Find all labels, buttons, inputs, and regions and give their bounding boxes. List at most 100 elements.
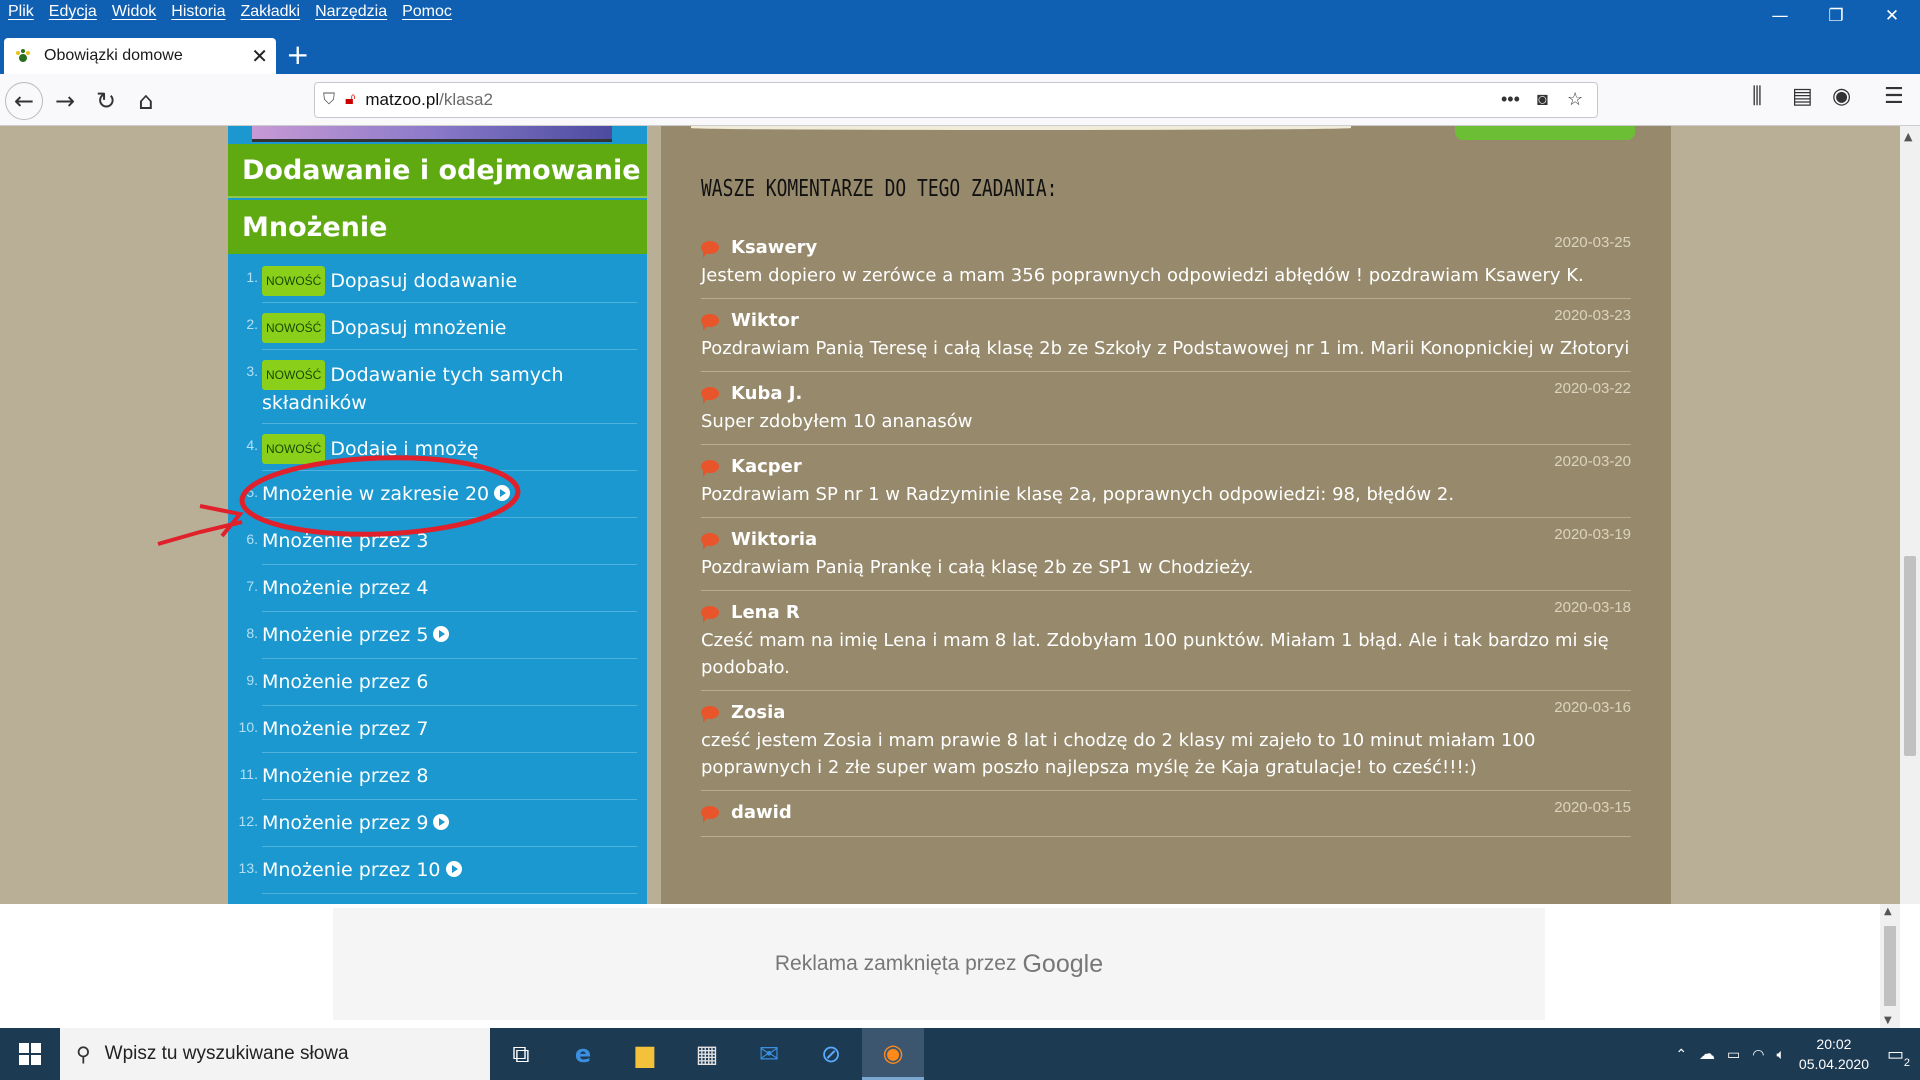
minimize-button[interactable]: — [1752,0,1808,32]
menu-view[interactable]: Widok [112,3,156,21]
comments-panel: WASZE KOMENTARZE DO TEGO ZADANIA: Ksawer… [661,126,1671,904]
start-button[interactable] [0,1028,60,1080]
scrollbar-thumb[interactable] [1904,556,1916,756]
taskbar-search[interactable]: ⚲ Wpisz tu wyszukiwane słowa [60,1028,490,1080]
item-label: Mnożenie przez 7 [262,718,429,740]
battery-icon[interactable]: ▭ [1727,1046,1740,1063]
list-item[interactable]: 7. Mnożenie przez 4 [246,565,637,612]
comment: Kuba J. 2020-03-22 Super zdobyłem 10 anana… [701,372,1631,445]
menu-help[interactable]: Pomoc [402,3,452,21]
chevron-up-icon[interactable]: ⌃ [1675,1046,1687,1063]
banner-image [252,126,612,142]
scroll-up-icon[interactable]: ▲ [1884,906,1892,917]
tab-active[interactable]: Obowiązki domowe ✕ [4,38,276,74]
scroll-down-icon[interactable]: ▼ [1884,1015,1892,1026]
pocket-icon[interactable]: ◙ [1537,89,1548,110]
onedrive-icon[interactable]: ☁ [1699,1044,1715,1064]
green-button[interactable] [1455,126,1635,140]
insecure-lock-icon[interactable]: 🔓︎ [345,91,355,109]
file-explorer-icon[interactable]: ▆ [614,1028,676,1080]
page-scrollbar[interactable]: ▲ [1900,126,1920,904]
item-label: Dopasuj mnożenie [330,317,507,339]
list-item[interactable]: 10. Mnożenie przez 7 [239,706,637,753]
new-badge: NOWOŚĆ [262,434,326,464]
comment-date: 2020-03-18 [1554,599,1631,616]
item-label: Mnożenie przez 9 [262,812,429,834]
store-icon[interactable]: ▦ [676,1028,738,1080]
item-number: 11. [239,766,258,782]
menu-history[interactable]: Historia [171,3,225,21]
wifi-icon[interactable]: ◠ [1752,1046,1764,1063]
tab-close-icon[interactable]: ✕ [251,44,268,69]
comment: Wiktor 2020-03-23 Pozdrawiam Panią Teresę … [701,299,1631,372]
speech-bubble-icon [701,386,719,404]
close-window-button[interactable]: ✕ [1864,0,1920,32]
account-icon[interactable]: ◉ [1832,84,1851,109]
menu-edit[interactable]: Edycja [49,3,97,21]
system-tray: ⌃ ☁ ▭ ◠ 🔈︎ 20:02 05.04.2020 ▭ 2 [1675,1028,1920,1080]
scroll-up-icon[interactable]: ▲ [1904,130,1912,143]
comment-date: 2020-03-19 [1554,526,1631,543]
bookmark-star-icon[interactable]: ☆ [1567,89,1583,110]
menu-bookmarks[interactable]: Zakładki [241,3,301,21]
menu-file[interactable]: Plik [8,3,34,21]
address-bar[interactable]: ⛉ 🔓︎ matzoo.pl/klasa2 ••• ◙ ☆ [314,82,1598,118]
comment-text: Pozdrawiam Panią Teresę i całą klasę 2b … [701,338,1630,359]
list-item[interactable]: 4. NOWOŚĆ Dodaje i mnożę [246,424,637,471]
scrollbar-thumb[interactable] [1884,926,1896,1006]
list-item[interactable]: 3. NOWOŚĆ Dodawanie tych samych składnikó… [246,350,637,424]
item-number: 4. [246,437,258,453]
list-item[interactable]: 13. Mnożenie przez 10 [239,847,637,894]
list-item[interactable]: 11. Mnożenie przez 8 [240,753,637,800]
item-number: 12. [238,813,258,829]
clock[interactable]: 20:02 05.04.2020 [1799,1034,1869,1074]
hamburger-menu-icon[interactable]: ☰ [1884,84,1904,109]
task-view-icon[interactable]: ⧉ [490,1028,552,1080]
ad-closed-notice: Reklama zamknięta przez Google [333,908,1545,1020]
comment-text: Super zdobyłem 10 ananasów [701,411,973,432]
safari-like-icon[interactable]: ⊘ [800,1028,862,1080]
list-item[interactable]: 8. Mnożenie przez 5 [246,612,637,659]
speech-bubble-icon [701,532,719,550]
speech-bubble-icon [701,459,719,477]
back-button[interactable]: ← [5,82,43,120]
firefox-icon[interactable]: ◉ [862,1028,924,1080]
comment-date: 2020-03-23 [1554,307,1631,324]
menu-tools[interactable]: Narzędzia [315,3,387,21]
list-item[interactable]: 5. Mnożenie w zakresie 20 [246,471,637,518]
library-icon[interactable]: ⫼ [1752,84,1762,109]
item-number: 9. [246,672,258,688]
page-actions-icon[interactable]: ••• [1501,89,1520,110]
browser-titlebar: Plik Edycja Widok Historia Zakładki Narz… [0,0,1920,85]
volume-icon[interactable]: 🔈︎ [1777,1046,1785,1063]
comment-header: dawid 2020-03-15 [701,797,1631,827]
shield-icon[interactable]: ⛉ [323,91,335,109]
reload-button[interactable]: ↻ [87,82,125,120]
restore-button[interactable]: ❐ [1808,0,1864,32]
list-item[interactable]: 6. Mnożenie przez 3 [246,518,637,565]
google-logo: Google [1022,949,1104,978]
left-menu: Dodawanie i odejmowanie Mnożenie 1. NOWO… [228,126,647,904]
ad-scrollbar[interactable]: ▲ ▼ [1880,904,1900,1028]
list-item[interactable]: 2. NOWOŚĆ Dopasuj mnożenie [246,303,637,350]
search-icon: ⚲ [76,1043,91,1066]
list-item[interactable]: 12. Mnożenie przez 9 [239,800,637,847]
section-addition-subtraction[interactable]: Dodawanie i odejmowanie [228,144,647,198]
list-item[interactable]: 9. Mnożenie przez 6 [246,659,637,706]
edge-icon[interactable]: e [552,1028,614,1080]
comment-header: Wiktoria 2020-03-19 [701,524,1631,554]
sidebar-icon[interactable]: ▤ [1792,84,1813,109]
home-button[interactable]: ⌂ [127,82,165,120]
comment-header: Zosia 2020-03-16 [701,697,1631,727]
item-label: Mnożenie przez 8 [262,765,429,787]
list-item[interactable]: 1. NOWOŚĆ Dopasuj dodawanie [246,256,637,303]
comment-text: Cześć mam na imię Lena i mam 8 lat. Zdob… [701,630,1609,678]
comment-author: Kuba J. [731,382,803,404]
notifications-icon[interactable]: ▭ 2 [1887,1044,1910,1069]
comment: Lena R 2020-03-18 Cześć mam na imię Lena i… [701,591,1631,691]
new-tab-button[interactable]: + [286,40,309,70]
forward-button[interactable]: → [46,82,84,120]
item-number: 3. [246,363,258,379]
section-multiplication[interactable]: Mnożenie [228,200,647,254]
mail-icon[interactable]: ✉ [738,1028,800,1080]
